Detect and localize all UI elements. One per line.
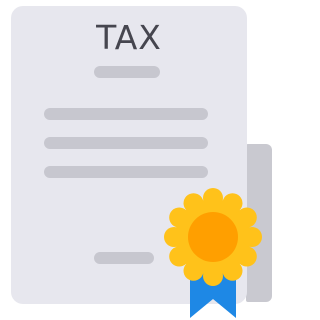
tax-document-illustration: TAX bbox=[0, 0, 272, 320]
seal-center bbox=[188, 212, 238, 262]
award-seal-icon bbox=[164, 188, 262, 318]
